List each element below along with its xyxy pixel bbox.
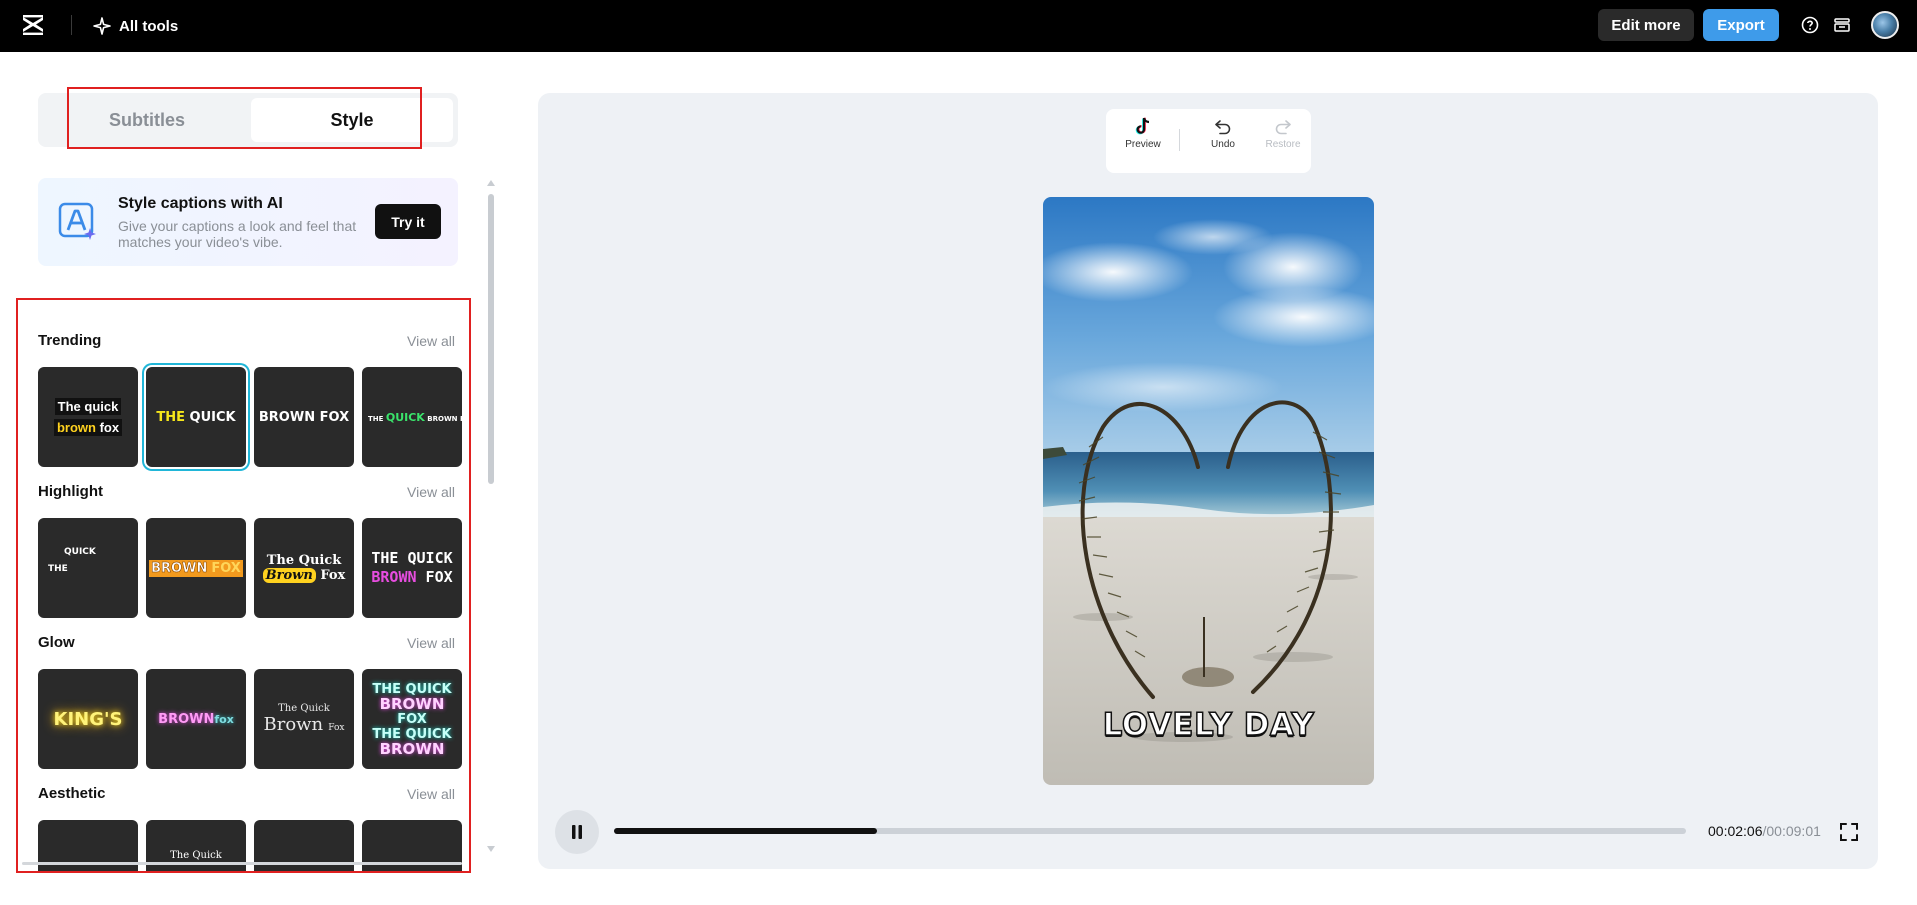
style-tile-highlight-3[interactable]: The Quick Brown Fox	[254, 518, 354, 618]
ai-card-title: Style captions with AI	[118, 195, 283, 212]
style-tile-glow-1[interactable]: KING'S	[38, 669, 138, 769]
tile-text: KING'S	[53, 708, 123, 730]
top-bar: All tools Edit more Export	[0, 0, 1917, 52]
tile-text: THE QUICK	[371, 549, 453, 567]
tile-text: BROWN	[379, 739, 445, 758]
undo-icon	[1215, 120, 1231, 135]
tile-text: FOX	[397, 711, 427, 727]
beach-heart-image	[1043, 197, 1374, 785]
capcut-logo-icon[interactable]	[20, 12, 46, 38]
ai-text-icon	[58, 202, 96, 240]
tile-text: The Quick	[278, 703, 330, 714]
pause-icon	[572, 825, 582, 839]
view-all-glow[interactable]: View all	[407, 635, 455, 651]
fullscreen-icon[interactable]	[1838, 821, 1860, 843]
view-all-highlight[interactable]: View all	[407, 484, 455, 500]
style-tile-trending-1[interactable]: The quick brown fox	[38, 367, 138, 467]
style-tile-trending-3[interactable]: BROWN FOX	[254, 367, 354, 467]
scroll-thumb[interactable]	[22, 862, 462, 865]
vertical-scrollbar[interactable]	[487, 180, 495, 852]
ai-style-card: Style captions with AI Give your caption…	[38, 178, 458, 266]
tile-text: fox	[214, 712, 234, 726]
scroll-thumb[interactable]	[488, 194, 494, 484]
tab-subtitles[interactable]: Subtitles	[68, 98, 226, 142]
all-tools-label: All tools	[119, 17, 179, 35]
preview-label: Preview	[1125, 139, 1161, 150]
tile-text: THE	[48, 564, 68, 574]
tile-text: The Quick	[170, 850, 222, 861]
style-tile-glow-2[interactable]: BROWN fox	[146, 669, 246, 769]
video-preview[interactable]: LOVELY DAY	[1043, 197, 1374, 785]
try-it-button[interactable]: Try it	[375, 204, 441, 239]
tile-text: QUICK	[189, 409, 236, 425]
progress-bar[interactable]	[614, 828, 1686, 834]
progress-fill	[614, 828, 877, 834]
tile-text: Brown	[263, 714, 324, 735]
video-caption[interactable]: LOVELY DAY	[1043, 706, 1374, 744]
section-title-glow: Glow	[38, 634, 75, 651]
style-tile-trending-2[interactable]: THE QUICK	[146, 367, 246, 467]
all-tools-button[interactable]: All tools	[93, 14, 178, 38]
section-title-highlight: Highlight	[38, 483, 103, 500]
pause-button[interactable]	[555, 810, 599, 854]
tile-text: Brown	[262, 568, 316, 583]
horizontal-scrollbar[interactable]	[16, 861, 471, 867]
undo-label: Undo	[1211, 139, 1235, 150]
tile-text: fox	[99, 420, 120, 435]
style-tile-trending-4[interactable]: THE QUICK BROWN FOX	[362, 367, 462, 467]
tile-text: Fox	[320, 568, 346, 583]
view-all-aesthetic[interactable]: View all	[407, 786, 455, 802]
style-tile-highlight-1[interactable]: QUICK THE	[38, 518, 138, 618]
tile-text: Fox	[328, 723, 345, 733]
tile-text: BROWN	[379, 694, 445, 713]
tile-text: BROWN FOX	[427, 414, 462, 423]
undo-button[interactable]: Undo	[1198, 117, 1248, 165]
export-button[interactable]: Export	[1703, 9, 1779, 41]
tile-text: THE	[368, 414, 384, 423]
tiktok-icon	[1135, 117, 1150, 135]
current-time: 00:02:06	[1708, 823, 1763, 839]
scroll-up-arrow-icon[interactable]	[487, 180, 495, 186]
style-tile-highlight-2[interactable]: BROWN FOX	[146, 518, 246, 618]
redo-icon	[1275, 120, 1291, 135]
tile-text: BROWN FOX	[258, 409, 350, 425]
tile-text: brown	[56, 420, 96, 435]
preview-toolbar: Preview Undo Restore	[1106, 109, 1311, 173]
preview-button[interactable]: Preview	[1118, 117, 1168, 165]
tab-style[interactable]: Style	[251, 98, 453, 142]
tile-text: FOX	[209, 559, 243, 577]
style-tile-glow-3[interactable]: The Quick Brown Fox	[254, 669, 354, 769]
tile-text: BROWN	[149, 559, 210, 577]
restore-label: Restore	[1265, 139, 1301, 150]
avatar[interactable]	[1871, 11, 1899, 39]
style-tile-glow-4[interactable]: THE QUICK BROWN FOX THE QUICK BROWN	[362, 669, 462, 769]
preview-area: Preview Undo Restore LOVELY DAY 00:02:06…	[538, 93, 1878, 869]
total-time: /00:09:01	[1762, 823, 1821, 839]
divider	[1179, 129, 1180, 151]
view-all-trending[interactable]: View all	[407, 333, 455, 349]
tile-text: THE	[156, 409, 186, 425]
restore-button[interactable]: Restore	[1258, 117, 1308, 165]
inbox-icon[interactable]	[1831, 14, 1853, 36]
style-presets-panel: Trending View all The quick brown fox TH…	[16, 298, 471, 873]
help-icon[interactable]	[1799, 14, 1821, 36]
tile-text: BROWN	[371, 568, 417, 586]
section-title-aesthetic: Aesthetic	[38, 785, 106, 802]
tile-text: The Quick	[266, 553, 342, 568]
sparkle-icon	[93, 17, 111, 35]
style-tile-highlight-4[interactable]: THE QUICK BROWN FOX	[362, 518, 462, 618]
tile-text: QUICK	[64, 547, 96, 557]
tile-text: QUICK	[385, 410, 425, 424]
tile-text: FOX	[425, 568, 453, 586]
scroll-down-arrow-icon[interactable]	[487, 846, 495, 852]
tile-text: The quick	[54, 398, 122, 415]
section-title-trending: Trending	[38, 332, 102, 349]
ai-card-description: Give your captions a look and feel that …	[118, 218, 357, 250]
tile-text: BROWN	[158, 711, 215, 727]
divider	[71, 15, 72, 35]
edit-more-button[interactable]: Edit more	[1598, 9, 1694, 41]
tab-bar: Subtitles Style	[38, 93, 458, 147]
time-display: 00:02:06/00:09:01	[1708, 823, 1821, 839]
